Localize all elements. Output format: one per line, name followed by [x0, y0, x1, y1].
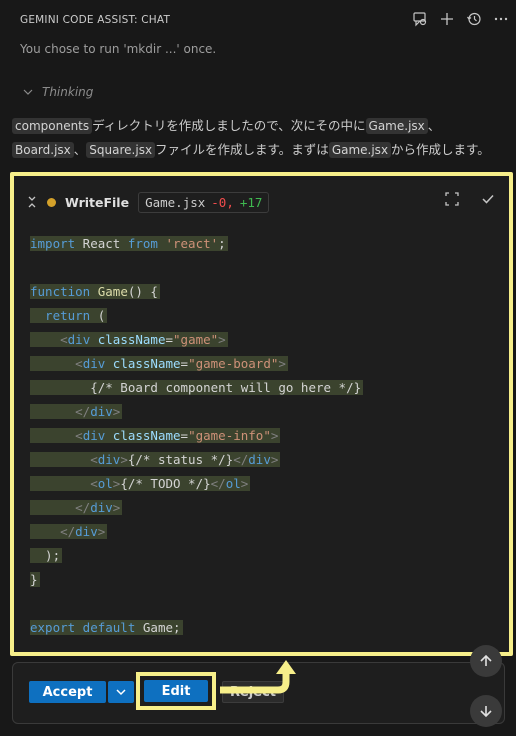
code-line: return ( — [30, 308, 108, 323]
tool-label: WriteFile — [65, 194, 130, 210]
code-line: <div className="game-board"> — [30, 356, 288, 371]
assistant-message: components ディレクトリを作成しましたので、次にその中に Game.jsx… — [12, 114, 508, 162]
thinking-toggle[interactable]: Thinking — [22, 85, 93, 99]
code-line: <div className="game"> — [30, 332, 228, 347]
arrow-down-icon — [480, 706, 492, 718]
deleted-count: -0, — [211, 194, 234, 210]
code-line: <div>{/* status */}</div> — [30, 452, 281, 467]
history-icon[interactable] — [465, 10, 483, 28]
added-count: +17 — [239, 194, 263, 210]
code-line: import React from 'react'; — [30, 236, 228, 251]
code-line: ); — [30, 548, 63, 563]
message-text: から作成します。 — [391, 142, 490, 157]
message-text: ディレクトリを作成しましたので、次にその中に — [92, 118, 366, 133]
chat-header: GEMINI CODE ASSIST: CHAT — [0, 0, 516, 40]
arrow-up-icon — [480, 654, 492, 666]
code-line: </div> — [30, 404, 123, 419]
expand-icon[interactable] — [445, 192, 459, 206]
annotation-arrow-icon — [220, 660, 296, 694]
inline-code: Square.jsx — [86, 142, 156, 158]
message-text: 、 — [73, 142, 87, 157]
status-message: You chose to run 'mkdir ...' once. — [20, 42, 217, 56]
accept-options-button[interactable] — [108, 681, 134, 703]
code-line: } — [30, 572, 40, 587]
code-line: <div className="game-info"> — [30, 428, 281, 443]
status-dot-icon — [47, 197, 56, 207]
code-line: function Game() { — [30, 284, 160, 299]
code-preview: import React from 'react'; function Game… — [30, 232, 500, 640]
feedback-icon[interactable] — [411, 10, 429, 28]
edit-button[interactable]: Edit — [144, 680, 208, 702]
code-line: {/* Board component will go here */} — [30, 380, 364, 395]
scroll-up-button[interactable] — [470, 645, 502, 677]
write-file-card: WriteFile Game.jsx -0, +17 import React … — [10, 172, 513, 656]
message-text: 、 — [427, 118, 441, 133]
message-text: ファイルを作成します。まずは — [155, 142, 329, 157]
chevron-down-icon — [23, 89, 33, 95]
scroll-down-button[interactable] — [470, 695, 502, 727]
file-name: Game.jsx — [145, 194, 206, 210]
code-line: export default Game; — [30, 620, 183, 635]
panel-title: GEMINI CODE ASSIST: CHAT — [20, 14, 171, 26]
file-diff-badge[interactable]: Game.jsx -0, +17 — [138, 191, 270, 213]
inline-code: Game.jsx — [365, 118, 428, 134]
inline-code: components — [12, 118, 93, 134]
check-icon[interactable] — [481, 192, 495, 206]
thinking-label: Thinking — [42, 85, 94, 99]
more-icon[interactable] — [492, 10, 510, 28]
code-line: </div> — [30, 524, 108, 539]
code-line: </div> — [30, 500, 123, 515]
accept-button[interactable]: Accept — [29, 681, 106, 703]
code-line: <ol>{/* TODO */}</ol> — [30, 476, 251, 491]
inline-code: Game.jsx — [328, 142, 392, 158]
card-header: WriteFile Game.jsx -0, +17 — [14, 176, 509, 228]
collapse-icon[interactable] — [26, 196, 38, 208]
inline-code: Board.jsx — [12, 142, 74, 158]
card-actions — [445, 192, 495, 206]
add-icon[interactable] — [438, 10, 456, 28]
header-actions — [411, 10, 510, 28]
chevron-down-icon — [116, 689, 126, 696]
